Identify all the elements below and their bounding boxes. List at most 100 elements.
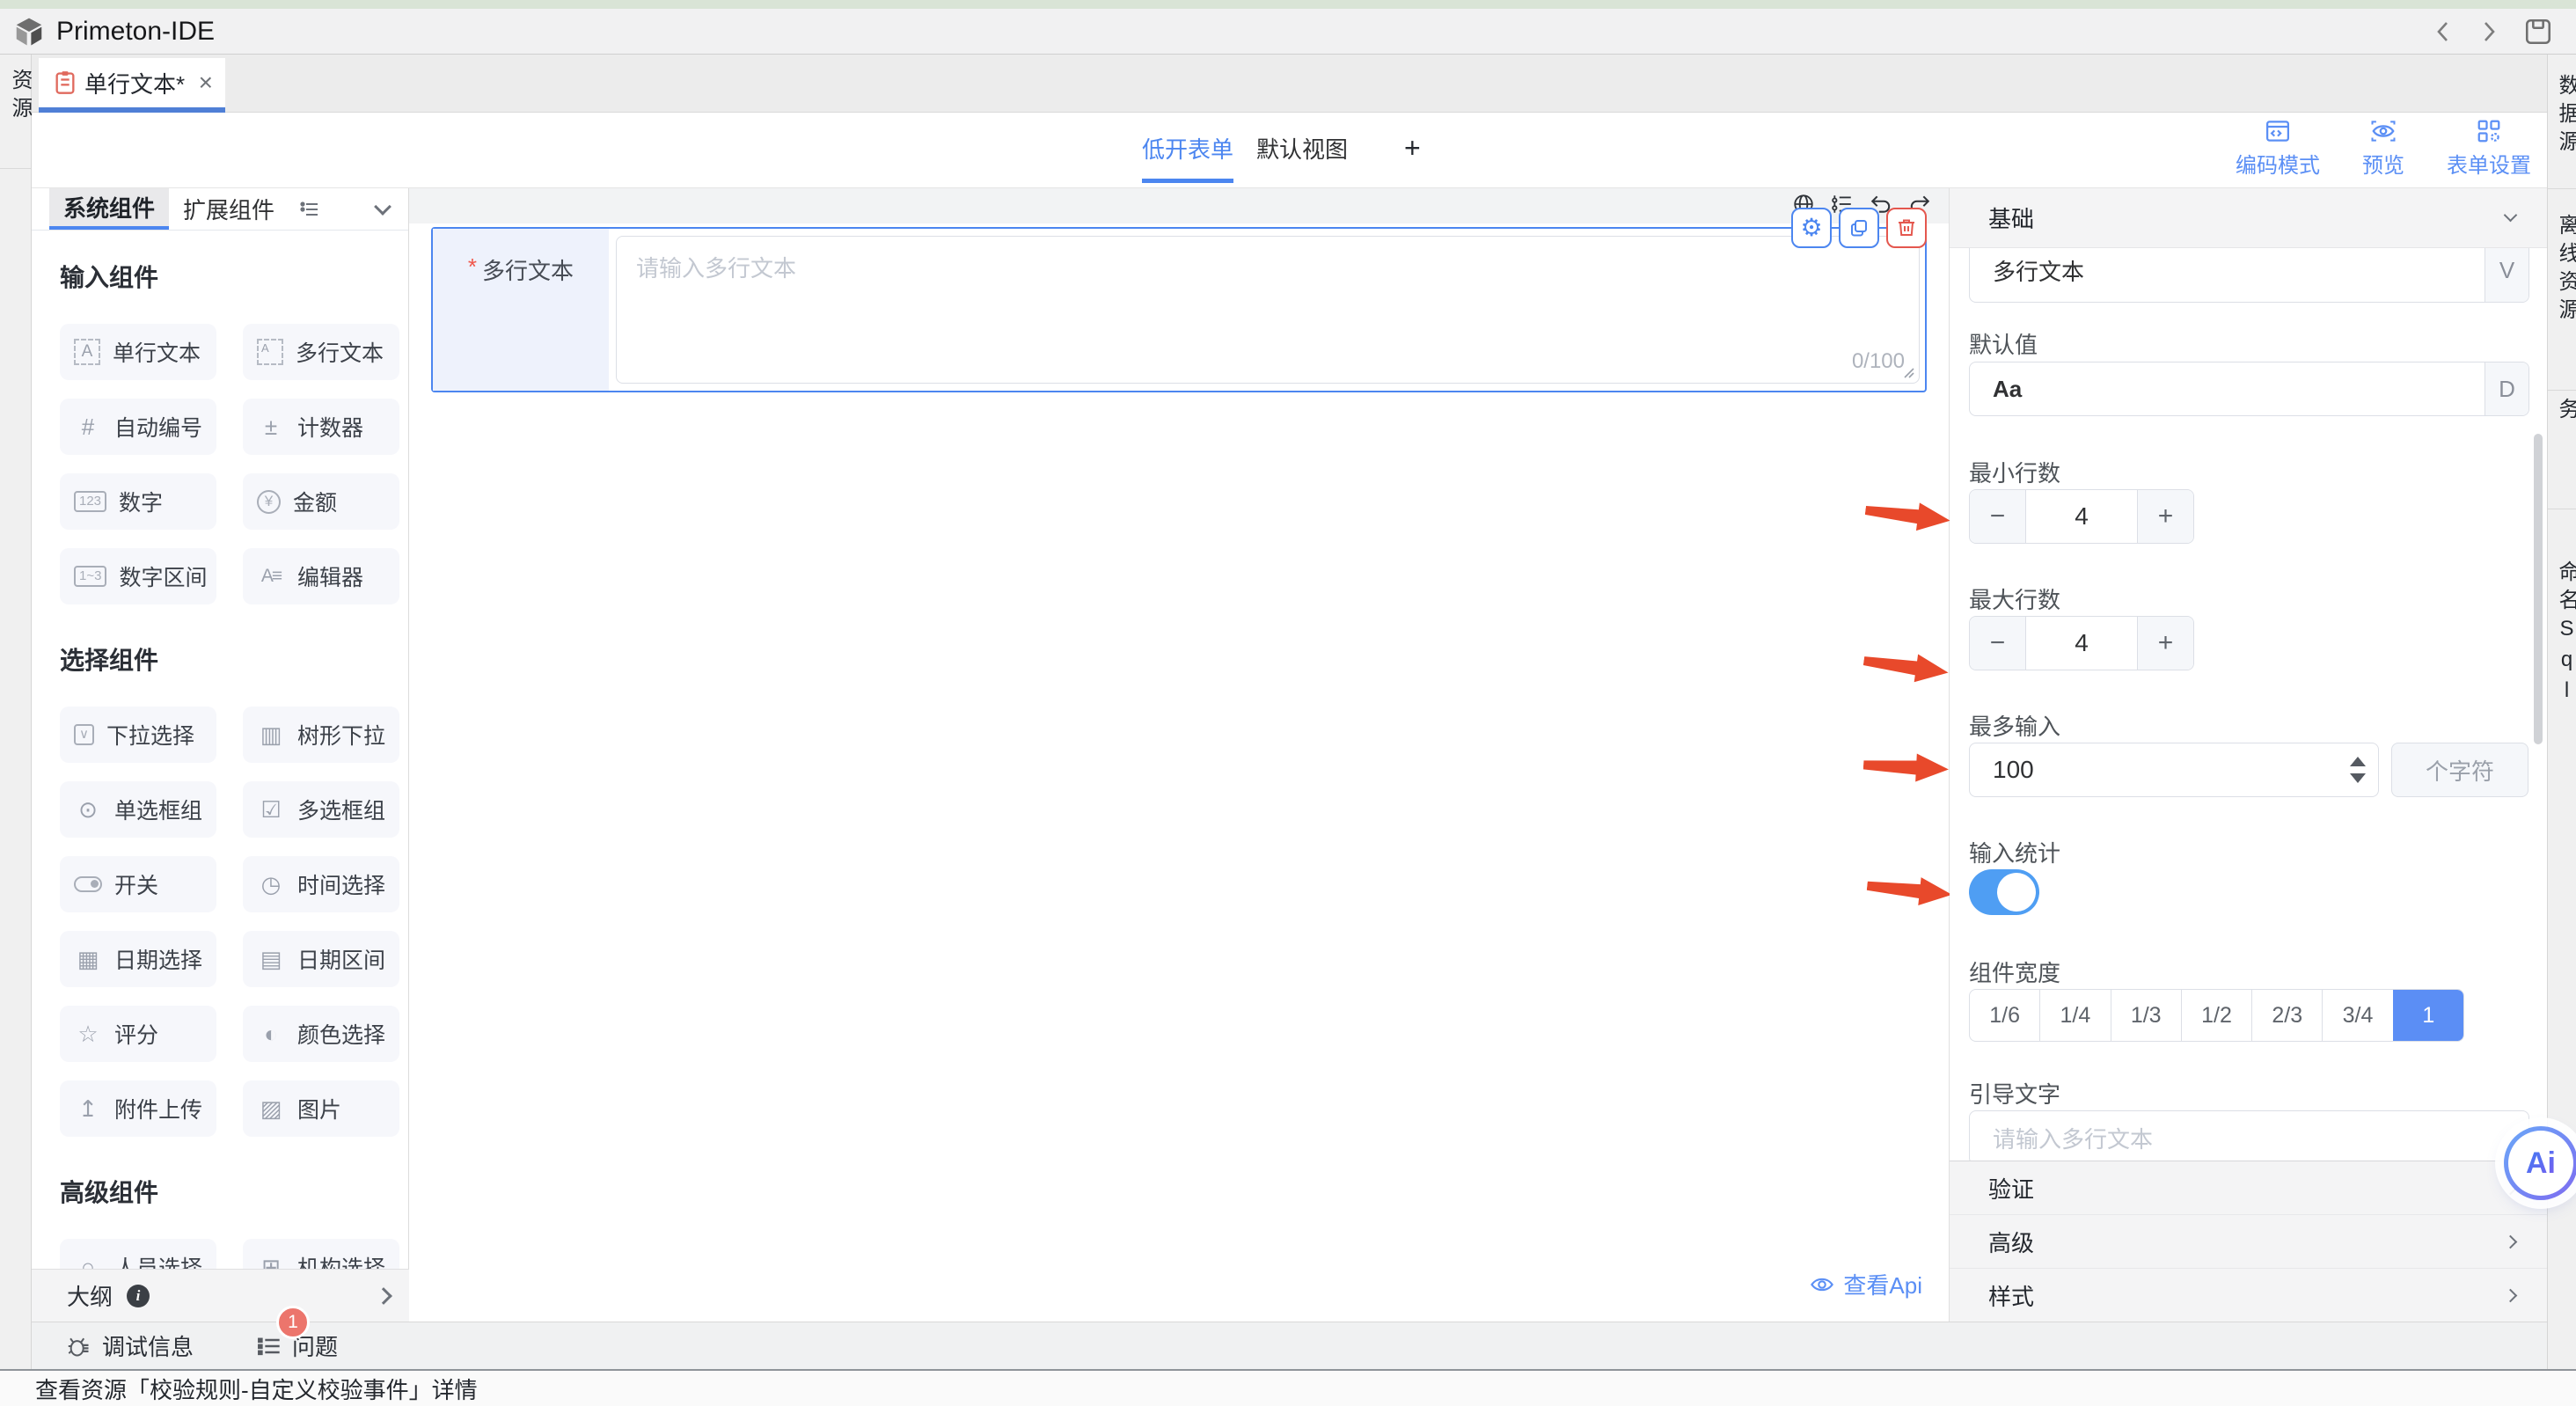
outline-expand-icon[interactable] bbox=[375, 1287, 392, 1305]
component-color-picker[interactable]: ◐颜色选择 bbox=[243, 1006, 399, 1062]
multi-line-text-icon: A bbox=[257, 339, 283, 365]
sidebar-item-offline-resources[interactable]: 离线资源 bbox=[2548, 189, 2576, 391]
code-mode-button[interactable]: 编码模式 bbox=[2236, 118, 2320, 179]
max-input-unit: 个字符 bbox=[2391, 743, 2528, 797]
tab-close-icon[interactable]: × bbox=[199, 69, 213, 97]
component-date-range[interactable]: ▤日期区间 bbox=[243, 931, 399, 987]
sidebar-item-resources[interactable]: 资源 bbox=[0, 55, 31, 169]
preview-button[interactable]: 预览 bbox=[2362, 118, 2404, 179]
component-org-select[interactable]: ⊞机构选择 bbox=[243, 1239, 399, 1269]
field-delete-button[interactable] bbox=[1886, 208, 1927, 248]
component-counter[interactable]: ±计数器 bbox=[243, 399, 399, 455]
component-person-select[interactable]: ○人员选择 bbox=[60, 1239, 216, 1269]
view-tab-underline bbox=[1142, 179, 1233, 183]
minus-button[interactable]: − bbox=[1970, 617, 2026, 670]
component-image[interactable]: ▨图片 bbox=[243, 1080, 399, 1137]
nav-forward-icon[interactable] bbox=[2477, 18, 2500, 46]
dropdown-select-icon: ∨ bbox=[74, 724, 94, 746]
field-name-input[interactable]: 多行文本 V bbox=[1969, 248, 2529, 303]
number-spinner[interactable] bbox=[2338, 757, 2378, 783]
component-time-picker[interactable]: ◷时间选择 bbox=[243, 856, 399, 912]
ai-assistant-button[interactable]: Ai bbox=[2504, 1126, 2576, 1200]
ai-icon: Ai bbox=[2526, 1146, 2556, 1181]
min-rows-value[interactable]: 4 bbox=[2026, 490, 2137, 543]
variable-suffix-button[interactable]: V bbox=[2485, 248, 2528, 302]
status-text: 查看资源「校验规则-自定义校验事件」详情 bbox=[35, 1373, 478, 1405]
section-style[interactable]: 样式 bbox=[1950, 1268, 2547, 1322]
tab-default-view[interactable]: 默认视图 bbox=[1256, 113, 1348, 184]
guide-text-input[interactable]: 请输入多行文本 bbox=[1969, 1110, 2529, 1161]
section-advanced[interactable]: 高级 bbox=[1950, 1214, 2547, 1268]
width-option-1-4[interactable]: 1/4 bbox=[2039, 990, 2110, 1041]
save-icon[interactable] bbox=[2523, 17, 2553, 47]
component-rating[interactable]: ☆评分 bbox=[60, 1006, 216, 1062]
resize-handle-icon[interactable] bbox=[1899, 363, 1915, 379]
editor-tab[interactable]: 单行文本* × bbox=[39, 58, 225, 107]
component-editor[interactable]: A≡编辑器 bbox=[243, 548, 399, 604]
counter-icon: ± bbox=[257, 414, 285, 441]
tab-extension-components[interactable]: 扩展组件 bbox=[169, 188, 289, 230]
add-view-button[interactable]: + bbox=[1404, 113, 1421, 184]
width-option-3-4[interactable]: 3/4 bbox=[2322, 990, 2392, 1041]
editor-tab-bar: 单行文本* × bbox=[32, 55, 2547, 113]
field-settings-button[interactable]: ⚙ bbox=[1791, 208, 1832, 248]
outline-label: 大纲 bbox=[67, 1279, 113, 1312]
input-stat-label: 输入统计 bbox=[1969, 836, 2060, 868]
width-option-1-2[interactable]: 1/2 bbox=[2181, 990, 2251, 1041]
inspector-scrollbar[interactable] bbox=[2534, 434, 2543, 744]
collapse-panel-icon[interactable] bbox=[377, 188, 389, 230]
component-dropdown-select[interactable]: ∨下拉选择 bbox=[60, 707, 216, 763]
component-number-range[interactable]: 1~3数字区间 bbox=[60, 548, 216, 604]
field-copy-button[interactable] bbox=[1839, 208, 1879, 248]
width-option-1-3[interactable]: 1/3 bbox=[2111, 990, 2181, 1041]
plus-button[interactable]: + bbox=[2137, 617, 2193, 670]
view-api-link[interactable]: 查看Api bbox=[1810, 1268, 1922, 1300]
component-file-upload[interactable]: ↥附件上传 bbox=[60, 1080, 216, 1137]
debug-info-button[interactable]: 调试信息 bbox=[67, 1329, 194, 1362]
dynamic-suffix-button[interactable]: D bbox=[2485, 362, 2528, 415]
component-switch[interactable]: 开关 bbox=[60, 856, 216, 912]
component-amount[interactable]: ¥金额 bbox=[243, 473, 399, 530]
form-settings-button[interactable]: 表单设置 bbox=[2447, 118, 2531, 179]
width-option-2-3[interactable]: 2/3 bbox=[2251, 990, 2322, 1041]
component-radio-group[interactable]: ⊙单选框组 bbox=[60, 781, 216, 838]
minus-button[interactable]: − bbox=[1970, 490, 2026, 543]
toggle-knob bbox=[1997, 873, 2036, 912]
section-validation[interactable]: 验证 bbox=[1950, 1161, 2547, 1214]
component-multi-line-text[interactable]: A多行文本 bbox=[243, 324, 399, 380]
component-list-icon[interactable] bbox=[299, 188, 320, 230]
annotation-arrow-input-stat bbox=[1865, 868, 1957, 912]
component-panel-body: 输入组件 A单行文本 A多行文本 #自动编号 ±计数器 123数字 ¥金额 1~… bbox=[32, 231, 408, 1269]
component-auto-number[interactable]: #自动编号 bbox=[60, 399, 216, 455]
component-checkbox-group[interactable]: ☑多选框组 bbox=[243, 781, 399, 838]
plus-button[interactable]: + bbox=[2137, 490, 2193, 543]
multiline-textarea[interactable]: 请输入多行文本 0/100 bbox=[616, 236, 1920, 384]
sidebar-item-named-sql[interactable]: 命名Sql bbox=[2548, 509, 2576, 773]
form-document-icon bbox=[55, 70, 76, 95]
tab-system-components[interactable]: 系统组件 bbox=[49, 188, 169, 230]
default-value-input[interactable]: Aa D bbox=[1969, 362, 2529, 416]
sidebar-item-third-party-services[interactable]: 三方服务 bbox=[2548, 391, 2576, 509]
tab-low-code-form[interactable]: 低开表单 bbox=[1142, 113, 1233, 184]
nav-back-icon[interactable] bbox=[2432, 18, 2455, 46]
outline-bar[interactable]: 大纲 i bbox=[32, 1269, 409, 1322]
bottom-panel-bar: 调试信息 问题 1 bbox=[32, 1322, 2547, 1369]
component-number[interactable]: 123数字 bbox=[60, 473, 216, 530]
input-stat-toggle[interactable] bbox=[1969, 869, 2039, 915]
editor-tab-title: 单行文本* bbox=[84, 67, 185, 99]
width-option-1[interactable]: 1 bbox=[2393, 990, 2463, 1041]
min-rows-stepper: − 4 + bbox=[1969, 489, 2194, 544]
section-basic[interactable]: 基础 bbox=[1950, 188, 2547, 248]
width-option-1-6[interactable]: 1/6 bbox=[1970, 990, 2039, 1041]
amount-icon: ¥ bbox=[257, 490, 281, 514]
component-date-picker[interactable]: ▦日期选择 bbox=[60, 931, 216, 987]
sidebar-item-data-source[interactable]: 数据源 bbox=[2548, 55, 2576, 189]
rating-icon: ☆ bbox=[74, 1021, 102, 1048]
left-activity-bar: 资源 bbox=[0, 55, 32, 1369]
component-single-line-text[interactable]: A单行文本 bbox=[60, 324, 216, 380]
component-tree-dropdown[interactable]: ▥树形下拉 bbox=[243, 707, 399, 763]
max-input-field[interactable]: 100 bbox=[1969, 743, 2379, 797]
primeton-logo-icon bbox=[12, 15, 46, 48]
max-rows-value[interactable]: 4 bbox=[2026, 617, 2137, 670]
selected-field-multiline-text[interactable]: * 多行文本 请输入多行文本 0/100 ⚙ bbox=[431, 227, 1927, 392]
